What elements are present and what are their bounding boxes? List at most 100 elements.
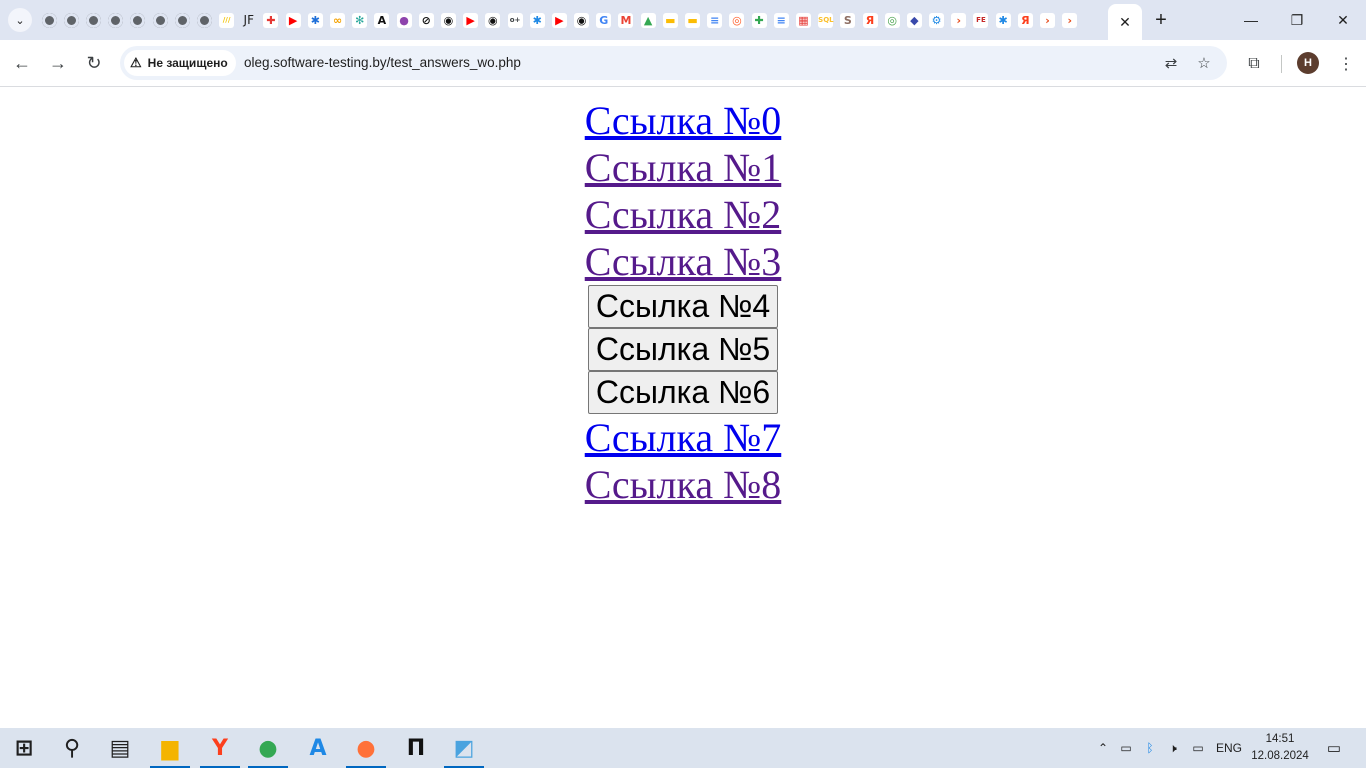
pinned-tab[interactable]	[82, 9, 104, 31]
pinned-tab[interactable]: SQL	[815, 9, 837, 31]
close-window-button[interactable]: ✕	[1320, 0, 1366, 40]
taskbar-terminal-button[interactable]: П	[396, 728, 436, 768]
close-icon[interactable]: ✕	[1119, 14, 1131, 31]
browser-menu-button[interactable]: ⋮	[1334, 52, 1358, 76]
pinned-tab[interactable]	[60, 9, 82, 31]
taskbar-task-view-button[interactable]: ▤	[100, 728, 140, 768]
pinned-tab[interactable]	[149, 9, 171, 31]
pinned-tab[interactable]: ◉	[571, 9, 593, 31]
pinned-tab[interactable]: JF	[238, 9, 260, 31]
taskbar-firefox-button[interactable]: ●	[346, 728, 386, 768]
clock[interactable]: 14:51 12.08.2024	[1248, 731, 1312, 765]
pinned-tab[interactable]: ▶	[282, 9, 304, 31]
url-text[interactable]: oleg.software-testing.by/test_answers_wo…	[244, 55, 521, 70]
pinned-tab[interactable]: ●	[393, 9, 415, 31]
pinned-tab[interactable]: ▶	[460, 9, 482, 31]
reload-button[interactable]: ↻	[79, 48, 109, 78]
bluetooth-indicator[interactable]: ᛒ	[1140, 728, 1160, 768]
volume-indicator[interactable]: 🕨	[1162, 728, 1184, 768]
security-chip[interactable]: ⚠ Не защищено	[124, 50, 236, 76]
pinned-tab[interactable]: ✱	[304, 9, 326, 31]
restore-button[interactable]: ❐	[1274, 0, 1320, 40]
site-favicon-icon: ▦	[795, 12, 811, 28]
pinned-tab[interactable]: ⚙	[926, 9, 948, 31]
taskbar-start-button[interactable]: ⊞	[4, 728, 44, 768]
pinned-tab[interactable]: S	[837, 9, 859, 31]
pinned-tab[interactable]	[38, 9, 60, 31]
bookmark-button[interactable]: ☆	[1193, 52, 1215, 74]
pinned-tab[interactable]: ///	[216, 9, 238, 31]
pinned-tab[interactable]: G	[593, 9, 615, 31]
pinned-tab[interactable]	[105, 9, 127, 31]
pinned-tab[interactable]: ✱	[992, 9, 1014, 31]
extensions-button[interactable]: ⧉	[1242, 52, 1266, 76]
pinned-tab[interactable]: Я	[859, 9, 881, 31]
site-favicon-icon: M	[618, 12, 634, 28]
pinned-tab[interactable]: ≡	[704, 9, 726, 31]
tab-search-button[interactable]: ⌄	[8, 8, 32, 32]
toolbar-divider	[1281, 55, 1282, 73]
pinned-tab[interactable]: ▬	[659, 9, 681, 31]
taskbar-chrome-button[interactable]: ●	[248, 728, 288, 768]
pinned-tab[interactable]: ≡	[770, 9, 792, 31]
taskbar-yandex-browser-button[interactable]: Y	[200, 728, 240, 768]
language-indicator[interactable]: ENG	[1212, 728, 1246, 768]
link-button-6[interactable]: Ссылка №6	[587, 371, 779, 414]
start-icon: ⊞	[14, 735, 34, 761]
address-bar[interactable]: ⚠ Не защищено oleg.software-testing.by/t…	[120, 46, 1227, 80]
back-button[interactable]: ←	[7, 48, 37, 78]
pinned-tab[interactable]: ◉	[437, 9, 459, 31]
pinned-tab[interactable]: M	[615, 9, 637, 31]
link-1[interactable]: Ссылка №1	[585, 144, 782, 191]
pinned-tab[interactable]	[193, 9, 215, 31]
notes-icon: ◩	[453, 735, 475, 761]
pinned-tab[interactable]: ∞	[326, 9, 348, 31]
link-0[interactable]: Ссылка №0	[585, 97, 782, 144]
site-favicon-icon: ✱	[995, 12, 1011, 28]
tray-overflow-button[interactable]: ⌃	[1092, 728, 1114, 768]
minimize-button[interactable]: —	[1228, 0, 1274, 40]
taskbar-file-explorer-button[interactable]: ▆	[150, 728, 190, 768]
pinned-tab[interactable]: ✚	[260, 9, 282, 31]
pinned-tab[interactable]: ▬	[681, 9, 703, 31]
taskbar-search-button[interactable]: ⚲	[52, 728, 92, 768]
pinned-tab[interactable]: ▶	[548, 9, 570, 31]
link-button-5[interactable]: Ссылка №5	[587, 328, 779, 371]
pinned-tab[interactable]: ›	[948, 9, 970, 31]
link-3[interactable]: Ссылка №3	[585, 238, 782, 285]
pinned-tab[interactable]: ✻	[349, 9, 371, 31]
notifications-button[interactable]: ▭	[1320, 728, 1348, 768]
network-indicator[interactable]: ▭	[1187, 728, 1209, 768]
pinned-tab[interactable]: ◎	[726, 9, 748, 31]
battery-indicator[interactable]: ▭	[1116, 728, 1136, 768]
pinned-tab[interactable]: ›	[1036, 9, 1058, 31]
taskbar-app-store-button[interactable]: A	[298, 728, 338, 768]
pinned-tab[interactable]: ◎	[881, 9, 903, 31]
pinned-tab[interactable]: ›	[1059, 9, 1081, 31]
forward-button[interactable]: →	[43, 48, 73, 78]
links-list: Ссылка №0 Ссылка №1 Ссылка №2 Ссылка №3 Ссыл…	[0, 97, 1366, 508]
site-favicon-icon: S	[840, 12, 856, 28]
active-tab[interactable]: ✕	[1108, 4, 1142, 40]
pinned-tab[interactable]: Я	[1014, 9, 1036, 31]
new-tab-button[interactable]: +	[1149, 8, 1173, 32]
pinned-tab[interactable]: ▦	[792, 9, 814, 31]
link-8[interactable]: Ссылка №8	[585, 461, 782, 508]
pinned-tab[interactable]: A	[371, 9, 393, 31]
taskbar-notes-button[interactable]: ◩	[444, 728, 484, 768]
pinned-tab[interactable]: ◉	[482, 9, 504, 31]
translate-button[interactable]: ⇄	[1160, 52, 1182, 74]
pinned-tab[interactable]: ▲	[637, 9, 659, 31]
link-7[interactable]: Ссылка №7	[585, 414, 782, 461]
pinned-tab[interactable]: ✱	[526, 9, 548, 31]
pinned-tab[interactable]: o+	[504, 9, 526, 31]
pinned-tab[interactable]: ◆	[903, 9, 925, 31]
link-button-4[interactable]: Ссылка №4	[587, 285, 779, 328]
pinned-tab[interactable]: ⊘	[415, 9, 437, 31]
pinned-tab[interactable]	[127, 9, 149, 31]
pinned-tab[interactable]: FE	[970, 9, 992, 31]
pinned-tab[interactable]: ✚	[748, 9, 770, 31]
profile-avatar[interactable]: H	[1297, 52, 1319, 74]
link-2[interactable]: Ссылка №2	[585, 191, 782, 238]
pinned-tab[interactable]	[171, 9, 193, 31]
